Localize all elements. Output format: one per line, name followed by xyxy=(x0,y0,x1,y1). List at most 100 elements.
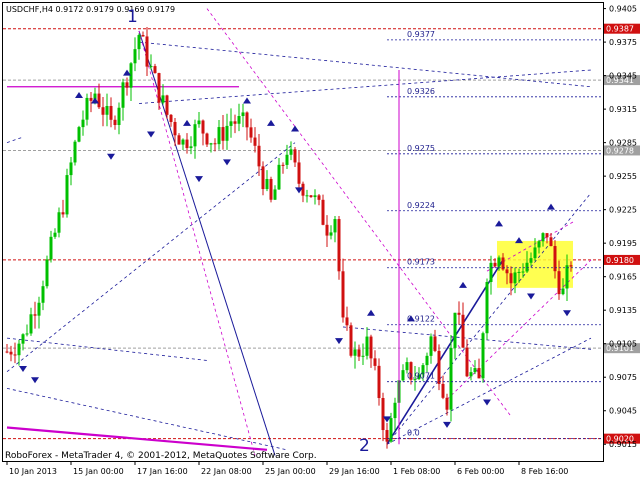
candle-body xyxy=(541,233,545,242)
candle-body xyxy=(125,82,129,88)
candle-body xyxy=(497,257,501,267)
candle-body xyxy=(85,97,89,120)
candle-body xyxy=(485,281,489,334)
y-tick-label: 0.9105 xyxy=(609,340,637,349)
candle-body xyxy=(273,189,277,200)
fib-label: 0.9224 xyxy=(407,201,435,210)
candle-body xyxy=(5,351,9,353)
y-tick-label: 0.9345 xyxy=(609,72,637,81)
chart-footer: RoboForex - MetaTrader 4, © 2001-2012, M… xyxy=(5,451,317,461)
candle-body xyxy=(113,119,117,126)
candle-body xyxy=(157,73,161,103)
candle-body xyxy=(333,219,337,233)
x-tick-label: 22 Jan 08:00 xyxy=(201,467,252,476)
chart-header: USDCHF,H4 0.9172 0.9179 0.9169 0.9179 xyxy=(6,5,175,14)
fib-label: 0.9071 xyxy=(407,372,435,381)
fib-label: 0.9377 xyxy=(407,30,435,39)
candle-body xyxy=(441,383,445,398)
candle-body xyxy=(193,124,197,147)
candle-body xyxy=(529,258,533,263)
candle-body xyxy=(525,262,529,272)
candle-body xyxy=(281,164,285,166)
price-label: 0.9278 xyxy=(606,146,634,155)
candle-body xyxy=(569,265,573,267)
candle-body xyxy=(361,355,365,357)
candle-body xyxy=(461,314,465,348)
x-tick-label: 6 Feb 00:00 xyxy=(457,467,504,476)
candle-body xyxy=(453,312,457,348)
price-label: 0.9387 xyxy=(606,25,634,34)
candle-body xyxy=(45,259,49,287)
candle-body xyxy=(513,272,517,284)
candle-body xyxy=(265,178,269,190)
candle-body xyxy=(197,120,201,125)
candle-body xyxy=(445,397,449,410)
candle-body xyxy=(33,314,37,316)
candle-body xyxy=(313,195,317,198)
x-axis: 10 Jan 2013 15 Jan 00:00 17 Jan 16:00 22 Ja… xyxy=(6,461,568,476)
x-tick-label: 29 Jan 16:00 xyxy=(329,467,380,476)
candle-body xyxy=(557,271,561,295)
candle-body xyxy=(77,127,81,142)
candle-body xyxy=(473,368,477,373)
candle-body xyxy=(153,66,157,74)
candle-body xyxy=(465,347,469,377)
candle-body xyxy=(357,349,361,357)
candle-body xyxy=(369,336,373,359)
y-tick-label: 0.9255 xyxy=(609,172,637,181)
candle-body xyxy=(565,265,569,289)
plot-frame xyxy=(2,2,604,462)
candle-body xyxy=(241,112,245,117)
y-tick-label: 0.9375 xyxy=(609,38,637,47)
x-tick-label: 10 Jan 2013 xyxy=(9,467,57,476)
candle-body xyxy=(277,164,281,190)
candle-body xyxy=(253,137,257,146)
candle-body xyxy=(561,288,565,295)
candle-body xyxy=(317,195,321,200)
candle-body xyxy=(233,121,237,124)
candle-body xyxy=(181,139,185,145)
candle-body xyxy=(521,271,525,273)
candle-body xyxy=(189,146,193,149)
candle-body xyxy=(325,224,329,236)
candle-body xyxy=(17,343,21,356)
candle-body xyxy=(493,262,497,267)
candle-body xyxy=(9,351,13,355)
x-tick-label: 15 Jan 00:00 xyxy=(73,467,124,476)
candle-body xyxy=(209,143,213,145)
y-tick-label: 0.9135 xyxy=(609,306,637,315)
y-tick-label: 0.9405 xyxy=(609,5,637,14)
candle-body xyxy=(533,247,537,259)
candle-body xyxy=(437,350,441,384)
candle-body xyxy=(549,237,553,247)
y-tick-label: 0.9285 xyxy=(609,139,637,148)
candle-body xyxy=(69,162,73,176)
candle-body xyxy=(481,333,485,379)
candle-body xyxy=(389,418,393,442)
candle-body xyxy=(225,125,229,141)
candle-body xyxy=(329,232,333,236)
candle-body xyxy=(469,372,473,377)
candle-body xyxy=(477,368,481,379)
candle-body xyxy=(297,162,301,184)
candle-body xyxy=(37,302,41,316)
candle-body xyxy=(137,35,141,50)
x-tick-label: 25 Jan 00:00 xyxy=(265,467,316,476)
candle-body xyxy=(517,271,521,273)
candle-body xyxy=(457,312,461,315)
candle-body xyxy=(537,241,541,248)
candle-body xyxy=(173,121,177,136)
candle-body xyxy=(217,127,221,145)
candle-body xyxy=(89,97,93,101)
candle-body xyxy=(293,149,297,163)
candle-body xyxy=(285,154,289,165)
candle-body xyxy=(65,175,69,215)
candle-body xyxy=(257,145,261,167)
candle-body xyxy=(21,334,25,344)
candle-body xyxy=(377,365,381,399)
candle-body xyxy=(249,127,253,138)
y-tick-label: 0.9045 xyxy=(609,407,637,416)
candle-body xyxy=(373,358,377,366)
candle-body xyxy=(213,143,217,145)
candle-body xyxy=(349,325,353,356)
